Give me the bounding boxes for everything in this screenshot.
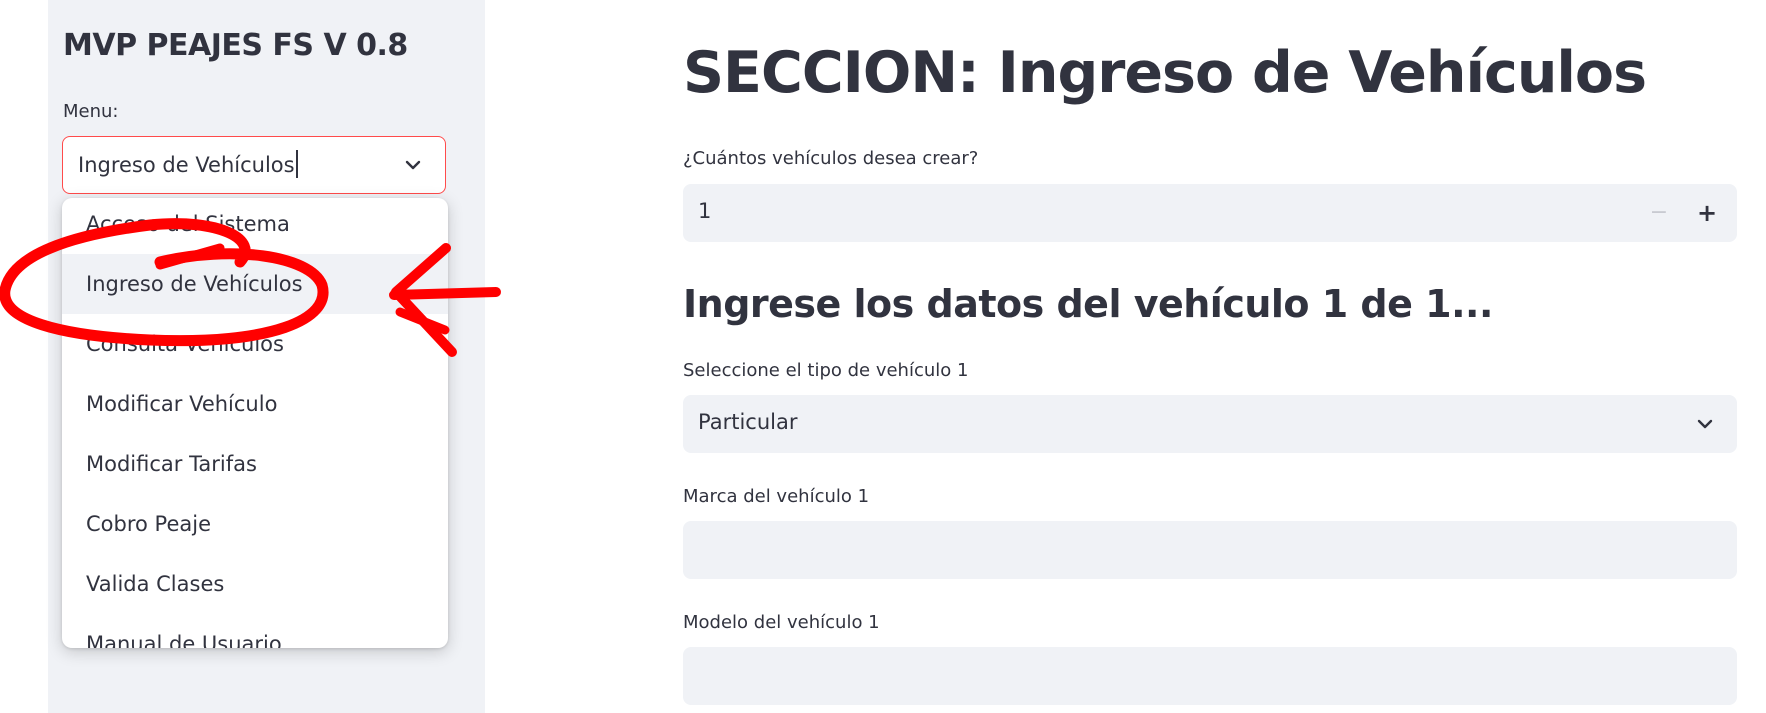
brand-input[interactable] [683, 521, 1737, 579]
dropdown-item-modificar-tarifas[interactable]: Modificar Tarifas [62, 434, 448, 494]
chevron-down-icon[interactable] [1693, 412, 1717, 436]
vehicle-type-value[interactable]: Particular [698, 410, 797, 434]
page-title: SECCION: Ingreso de Vehículos [683, 40, 1647, 106]
menu-label: Menu: [63, 101, 119, 122]
section-heading: Ingrese los datos del vehículo 1 de 1... [683, 282, 1493, 326]
brand-label: Marca del vehículo 1 [683, 486, 870, 507]
text-cursor [295, 150, 298, 178]
increment-button[interactable]: + [1683, 184, 1731, 242]
model-input[interactable] [683, 647, 1737, 705]
decrement-button[interactable]: − [1635, 184, 1683, 242]
dropdown-item-ingreso[interactable]: Ingreso de Vehículos [62, 254, 448, 314]
dropdown-item-acceso[interactable]: Acceso del Sistema [62, 198, 448, 254]
dropdown-item-cobro-peaje[interactable]: Cobro Peaje [62, 494, 448, 554]
count-value[interactable]: 1 [698, 199, 711, 223]
count-label: ¿Cuántos vehículos desea crear? [683, 148, 979, 169]
dropdown-item-valida-clases[interactable]: Valida Clases [62, 554, 448, 614]
menu-dropdown-list: Acceso del Sistema Ingreso de Vehículos … [62, 198, 448, 648]
dropdown-item-manual-usuario[interactable]: Manual de Usuario [62, 614, 448, 648]
app-title: MVP PEAJES FS V 0.8 [63, 28, 408, 63]
dropdown-item-modificar-vehiculo[interactable]: Modificar Vehículo [62, 374, 448, 434]
type-label: Seleccione el tipo de vehículo 1 [683, 360, 969, 381]
menu-select[interactable]: Ingreso de Vehículos [62, 136, 446, 194]
chevron-down-icon[interactable] [401, 153, 425, 177]
menu-select-value[interactable]: Ingreso de Vehículos [78, 150, 298, 180]
vehicle-type-select[interactable]: Particular [683, 395, 1737, 453]
dropdown-item-consulta[interactable]: Consulta Vehículos [62, 314, 448, 374]
model-label: Modelo del vehículo 1 [683, 612, 880, 633]
count-stepper[interactable]: 1 − + [683, 184, 1737, 242]
